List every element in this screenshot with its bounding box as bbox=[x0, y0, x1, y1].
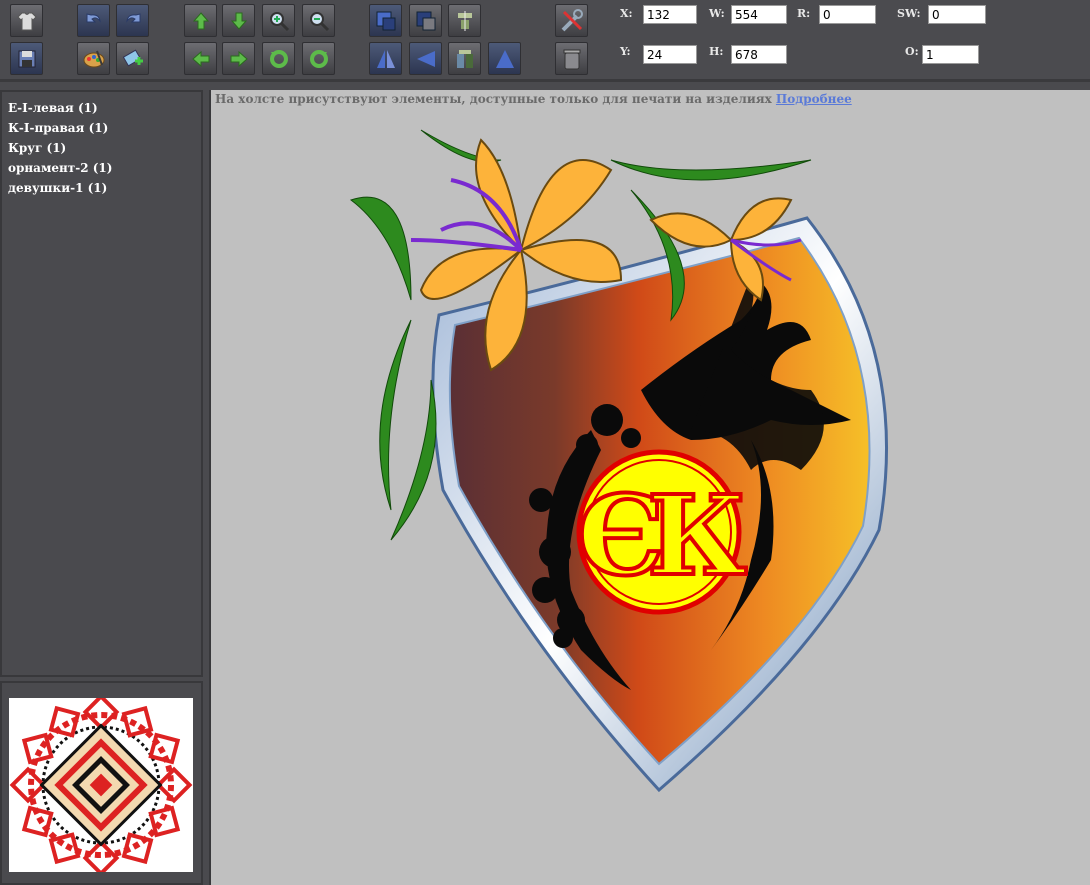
ornament-preview-panel bbox=[0, 681, 203, 885]
tshirt-icon[interactable] bbox=[10, 4, 43, 37]
move-down-icon[interactable] bbox=[222, 4, 255, 37]
o-input[interactable] bbox=[922, 45, 979, 64]
w-input[interactable] bbox=[731, 5, 787, 24]
layer-item[interactable]: Круг (1) bbox=[8, 138, 201, 158]
design-canvas[interactable]: На холсте присутствуют элементы, доступн… bbox=[209, 90, 1090, 885]
h-input[interactable] bbox=[731, 45, 787, 64]
w-label: W: bbox=[709, 7, 725, 20]
layer-item[interactable]: Е-I-левая (1) bbox=[8, 98, 201, 118]
ornament-preview-image[interactable] bbox=[9, 693, 193, 877]
rotate-right-icon[interactable] bbox=[302, 42, 335, 75]
flip-vertical-icon[interactable] bbox=[409, 42, 442, 75]
rotate-left-icon[interactable] bbox=[262, 42, 295, 75]
zoom-in-icon[interactable] bbox=[262, 4, 295, 37]
palette-icon[interactable] bbox=[77, 42, 110, 75]
monogram-letter-right: К bbox=[647, 471, 747, 600]
save-icon[interactable] bbox=[10, 42, 43, 75]
x-input[interactable] bbox=[643, 5, 697, 24]
move-left-icon[interactable] bbox=[184, 42, 217, 75]
h-label: H: bbox=[709, 45, 724, 58]
bring-front-icon[interactable] bbox=[369, 4, 402, 37]
r-label: R: bbox=[797, 7, 811, 20]
sw-input[interactable] bbox=[928, 5, 986, 24]
trash-icon[interactable] bbox=[555, 42, 588, 75]
sw-label: SW: bbox=[897, 7, 921, 20]
tools-icon[interactable] bbox=[555, 4, 588, 37]
layer-item[interactable]: девушки-1 (1) bbox=[8, 178, 201, 198]
y-label: Y: bbox=[620, 45, 631, 58]
align-center-icon[interactable] bbox=[448, 4, 481, 37]
move-right-icon[interactable] bbox=[222, 42, 255, 75]
shield-artwork[interactable]: Є К bbox=[211, 90, 1090, 885]
layer-item[interactable]: орнамент-2 (1) bbox=[8, 158, 201, 178]
send-back-icon[interactable] bbox=[409, 4, 442, 37]
move-up-icon[interactable] bbox=[184, 4, 217, 37]
undo-icon[interactable] bbox=[77, 4, 110, 37]
o-label: O: bbox=[905, 45, 919, 58]
monogram: Є К bbox=[575, 449, 749, 615]
x-label: X: bbox=[620, 7, 633, 20]
layers-panel: Е-I-левая (1) К-I-правая (1) Круг (1) ор… bbox=[0, 90, 203, 677]
toolbar: X: W: R: SW: Y: H: O: bbox=[0, 0, 1090, 82]
y-input[interactable] bbox=[643, 45, 697, 64]
align-bottom-icon[interactable] bbox=[488, 42, 521, 75]
distribute-icon[interactable] bbox=[448, 42, 481, 75]
layer-list: Е-I-левая (1) К-I-правая (1) Круг (1) ор… bbox=[8, 98, 201, 198]
redo-icon[interactable] bbox=[116, 4, 149, 37]
flip-horizontal-icon[interactable] bbox=[369, 42, 402, 75]
layer-item[interactable]: К-I-правая (1) bbox=[8, 118, 201, 138]
zoom-out-icon[interactable] bbox=[302, 4, 335, 37]
r-input[interactable] bbox=[819, 5, 876, 24]
add-text-icon[interactable] bbox=[116, 42, 149, 75]
